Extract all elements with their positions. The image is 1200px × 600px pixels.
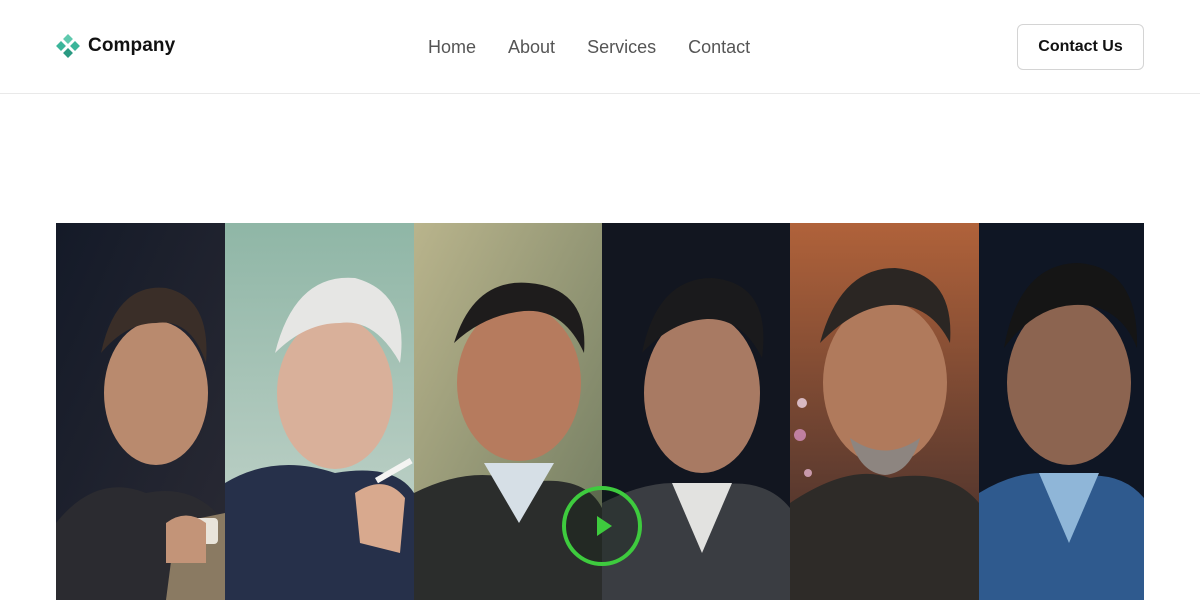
- brand-logo[interactable]: Company: [56, 34, 175, 58]
- hero-portrait-1: [56, 223, 225, 600]
- hero-portrait-2: [225, 223, 414, 600]
- nav-contact[interactable]: Contact: [688, 36, 750, 58]
- play-video-button[interactable]: [562, 486, 642, 566]
- play-icon: [597, 516, 612, 536]
- nav-about[interactable]: About: [508, 36, 555, 58]
- nav-home[interactable]: Home: [428, 36, 476, 58]
- brand-name: Company: [88, 35, 176, 56]
- hero-portrait-5: [790, 223, 979, 600]
- main-nav: Home About Services Contact: [428, 36, 750, 58]
- diamond-logo-icon: [56, 34, 80, 58]
- contact-us-button[interactable]: Contact Us: [1017, 24, 1144, 70]
- site-header: Company Home About Services Contact Cont…: [0, 0, 1200, 94]
- hero-portrait-6: [979, 223, 1144, 600]
- nav-services[interactable]: Services: [587, 36, 656, 58]
